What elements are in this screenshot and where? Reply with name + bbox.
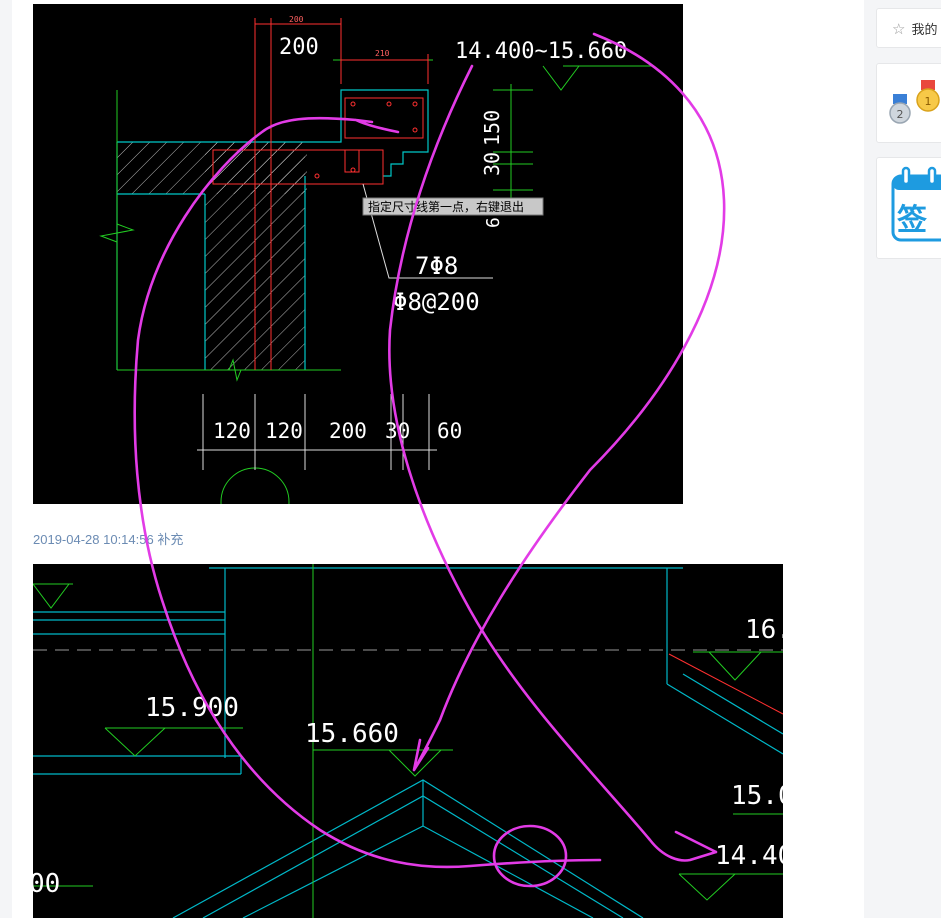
star-icon: ☆ xyxy=(892,20,906,38)
rebar-main-label: 7Φ8 xyxy=(415,252,458,280)
cad-drawing-top: 200 200 210 14.400~15.660 150 30 6 7Φ8 Φ… xyxy=(33,4,683,504)
elev-15900: 15.900 xyxy=(145,693,239,723)
elevation-markers xyxy=(33,564,783,918)
favorite-card[interactable]: ☆ 我的 xyxy=(876,8,941,48)
elev-00: 00 xyxy=(33,869,60,899)
signin-label: 签 xyxy=(897,203,927,238)
cad-bottom-svg: 15.900 15.660 16.7 15.00 14.400 00 xyxy=(33,564,783,918)
red-line xyxy=(668,653,783,715)
left-gutter xyxy=(0,0,12,918)
section-outline xyxy=(33,567,783,918)
cad-top-svg: 200 200 210 14.400~15.660 150 30 6 7Φ8 Φ… xyxy=(99,15,653,504)
cad-tooltip: 指定尺寸线第一点，右键退出 xyxy=(368,199,524,214)
dim-bottom-3: 200 xyxy=(329,419,367,443)
elev-167: 16.7 xyxy=(745,615,783,645)
dim-top-right: 210 xyxy=(375,49,390,58)
dim-bottom-5: 60 xyxy=(437,419,462,443)
dim-vertical-30: 30 xyxy=(480,152,504,176)
elev-14400: 14.400 xyxy=(715,841,783,871)
dim-bottom-2: 120 xyxy=(265,419,303,443)
favorite-link[interactable]: ☆ 我的 xyxy=(892,19,937,38)
medal-icons: 2 1 xyxy=(889,80,940,124)
silver-medal-icon: 2 xyxy=(889,94,911,124)
medal-2-number: 2 xyxy=(897,108,904,121)
elev-15660: 15.660 xyxy=(305,719,399,749)
dim-bottom-4: 30 xyxy=(385,419,410,443)
elevation-label: 14.400~15.660 xyxy=(455,39,627,64)
elev-1500: 15.00 xyxy=(731,781,783,811)
right-sidebar: ☆ 我的 2 1 签 xyxy=(864,0,941,918)
green-lines xyxy=(99,59,653,504)
favorite-label: 我的 xyxy=(911,23,938,38)
medal-card[interactable]: 2 1 xyxy=(876,63,941,143)
dim-top-small: 200 xyxy=(289,15,304,24)
rebar-stirrup-label: Φ8@200 xyxy=(393,288,480,316)
dim-bottom-1: 120 xyxy=(213,419,251,443)
medal-1-number: 1 xyxy=(925,95,932,108)
dim-vertical-6: 6 xyxy=(483,217,504,228)
cad-drawing-bottom: 15.900 15.660 16.7 15.00 14.400 00 xyxy=(33,564,783,918)
calendar-signin-icon[interactable]: 签 xyxy=(877,158,941,258)
dim-vertical-150: 150 xyxy=(480,110,504,146)
gold-medal-icon: 1 xyxy=(916,80,940,112)
elevation-labels: 15.900 15.660 16.7 15.00 14.400 00 xyxy=(33,615,783,899)
signin-card[interactable]: 签 xyxy=(876,157,941,259)
dim-top-large: 200 xyxy=(279,35,319,60)
supplement-timestamp: 2019-04-28 10:14:56 补充 xyxy=(33,532,184,547)
